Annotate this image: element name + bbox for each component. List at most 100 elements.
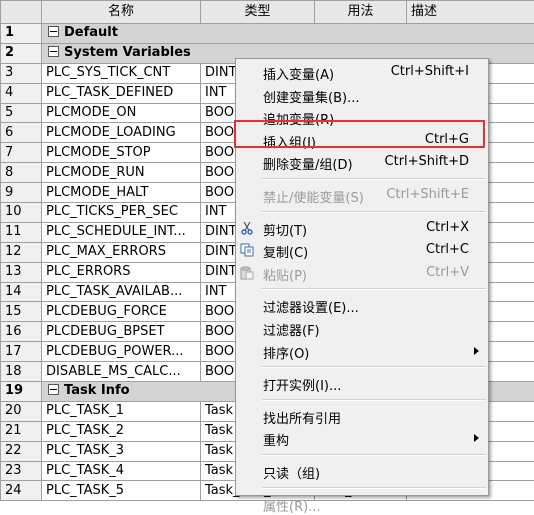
menu-item-label: 创建变量集(B)...: [263, 87, 359, 106]
row-number: 15: [1, 302, 42, 322]
menu-item[interactable]: 插入变量(A)Ctrl+Shift+I: [236, 61, 488, 83]
header-description[interactable]: 描述: [407, 1, 534, 24]
row-number: 23: [1, 461, 42, 481]
menu-item-label: 插入变量(A): [263, 64, 334, 83]
name-cell[interactable]: PLCMODE_STOP: [42, 143, 201, 163]
menu-item[interactable]: 创建变量集(B)...: [236, 84, 488, 106]
menu-item-label: 剪切(T): [263, 220, 307, 239]
table-header: 名称 类型 用法 描述: [1, 1, 534, 24]
menu-item-label: 打开实例(I)...: [263, 375, 341, 394]
menu-item-label: 重构: [263, 430, 289, 449]
menu-item-label: 删除变量/组(D): [263, 154, 353, 173]
group-cell[interactable]: Default: [42, 24, 534, 44]
row-number: 22: [1, 441, 42, 461]
menu-separator: [262, 366, 486, 368]
scissors-icon: [240, 221, 254, 235]
menu-item[interactable]: 禁止/使能变量(S) Ctrl+Shift+E: [236, 184, 488, 206]
row-number: 2: [1, 43, 42, 63]
row-number: 8: [1, 163, 42, 183]
name-cell[interactable]: PLC_SYS_TICK_CNT: [42, 63, 201, 83]
row-number: 10: [1, 203, 42, 223]
menu-item-label: 过滤器(F): [263, 320, 320, 339]
name-cell[interactable]: PLCDEBUG_FORCE: [42, 302, 201, 322]
row-number: 1: [1, 24, 42, 44]
menu-item[interactable]: 只读（组): [236, 460, 488, 482]
header-type[interactable]: 类型: [201, 1, 315, 24]
name-cell[interactable]: PLCDEBUG_BPSET: [42, 322, 201, 342]
menu-item-label: 只读（组): [263, 463, 320, 482]
group-name: Default: [64, 25, 118, 40]
menu-separator: [262, 454, 486, 456]
menu-item-shortcut: Ctrl+C: [426, 242, 469, 257]
name-cell[interactable]: PLC_SCHEDULE_INT...: [42, 222, 201, 242]
row-number: 14: [1, 282, 42, 302]
header-index[interactable]: [1, 1, 42, 24]
menu-item-label: 粘贴(P): [263, 265, 307, 284]
row-number: 4: [1, 83, 42, 103]
row-number: 6: [1, 123, 42, 143]
copy-icon: [240, 243, 254, 257]
highlight-box: [234, 120, 485, 148]
menu-item-shortcut: Ctrl+Shift+D: [385, 154, 469, 169]
name-cell[interactable]: PLC_TICKS_PER_SEC: [42, 203, 201, 223]
name-cell[interactable]: PLC_MAX_ERRORS: [42, 242, 201, 262]
name-cell[interactable]: PLCMODE_HALT: [42, 183, 201, 203]
name-cell[interactable]: PLC_TASK_3: [42, 441, 201, 461]
collapse-icon[interactable]: [48, 384, 59, 395]
row-number: 16: [1, 322, 42, 342]
row-number: 9: [1, 183, 42, 203]
row-number: 11: [1, 222, 42, 242]
name-cell[interactable]: PLC_TASK_DEFINED: [42, 83, 201, 103]
menu-separator: [262, 288, 486, 290]
row-number: 21: [1, 421, 42, 441]
menu-item-label: 找出所有引用: [263, 408, 341, 427]
header-name[interactable]: 名称: [42, 1, 201, 24]
menu-item[interactable]: 复制(C) Ctrl+C: [236, 239, 488, 261]
name-cell[interactable]: PLCMODE_LOADING: [42, 123, 201, 143]
row-number: 7: [1, 143, 42, 163]
menu-item-label: 属性(R)...: [263, 496, 321, 515]
name-cell[interactable]: PLCMODE_RUN: [42, 163, 201, 183]
name-cell[interactable]: PLC_TASK_4: [42, 461, 201, 481]
name-cell[interactable]: PLC_TASK_AVAILAB...: [42, 282, 201, 302]
menu-item[interactable]: 找出所有引用: [236, 405, 488, 427]
menu-item-label: 排序(O): [263, 343, 309, 362]
name-cell[interactable]: PLC_TASK_1: [42, 401, 201, 421]
row-number: 3: [1, 63, 42, 83]
menu-item[interactable]: 属性(R)...: [236, 493, 488, 515]
collapse-icon[interactable]: [48, 46, 59, 57]
row-number: 24: [1, 481, 42, 501]
collapse-icon[interactable]: [48, 26, 59, 37]
submenu-arrow-icon: [474, 434, 479, 442]
name-cell[interactable]: DISABLE_MS_CALC...: [42, 362, 201, 382]
menu-item-shortcut: Ctrl+Shift+E: [386, 187, 469, 202]
row-number: 18: [1, 362, 42, 382]
menu-item[interactable]: 排序(O): [236, 340, 488, 362]
paste-icon: [240, 266, 254, 280]
header-usage[interactable]: 用法: [315, 1, 407, 24]
row-number: 17: [1, 342, 42, 362]
row-number: 13: [1, 262, 42, 282]
menu-item[interactable]: 剪切(T) Ctrl+X: [236, 217, 488, 239]
row-number: 19: [1, 382, 42, 402]
submenu-arrow-icon: [474, 347, 479, 355]
name-cell[interactable]: PLC_ERRORS: [42, 262, 201, 282]
menu-item[interactable]: 过滤器设置(E)...: [236, 294, 488, 316]
menu-item[interactable]: 粘贴(P)Ctrl+V: [236, 262, 488, 284]
menu-item-shortcut: Ctrl+X: [426, 220, 469, 235]
menu-item-label: 复制(C): [263, 242, 308, 261]
name-cell[interactable]: PLC_TASK_5: [42, 481, 201, 501]
row-number: 5: [1, 103, 42, 123]
name-cell[interactable]: PLCDEBUG_POWER...: [42, 342, 201, 362]
menu-item[interactable]: 删除变量/组(D) Ctrl+Shift+D: [236, 151, 488, 173]
menu-item-label: 禁止/使能变量(S): [263, 187, 364, 206]
menu-separator: [262, 487, 486, 489]
menu-item[interactable]: 重构: [236, 427, 488, 449]
group-row[interactable]: 1 Default: [1, 24, 534, 44]
name-cell[interactable]: PLCMODE_ON: [42, 103, 201, 123]
menu-item[interactable]: 过滤器(F): [236, 317, 488, 339]
row-number: 20: [1, 401, 42, 421]
name-cell[interactable]: PLC_TASK_2: [42, 421, 201, 441]
menu-separator: [262, 178, 486, 180]
menu-item[interactable]: 打开实例(I)...: [236, 372, 488, 394]
